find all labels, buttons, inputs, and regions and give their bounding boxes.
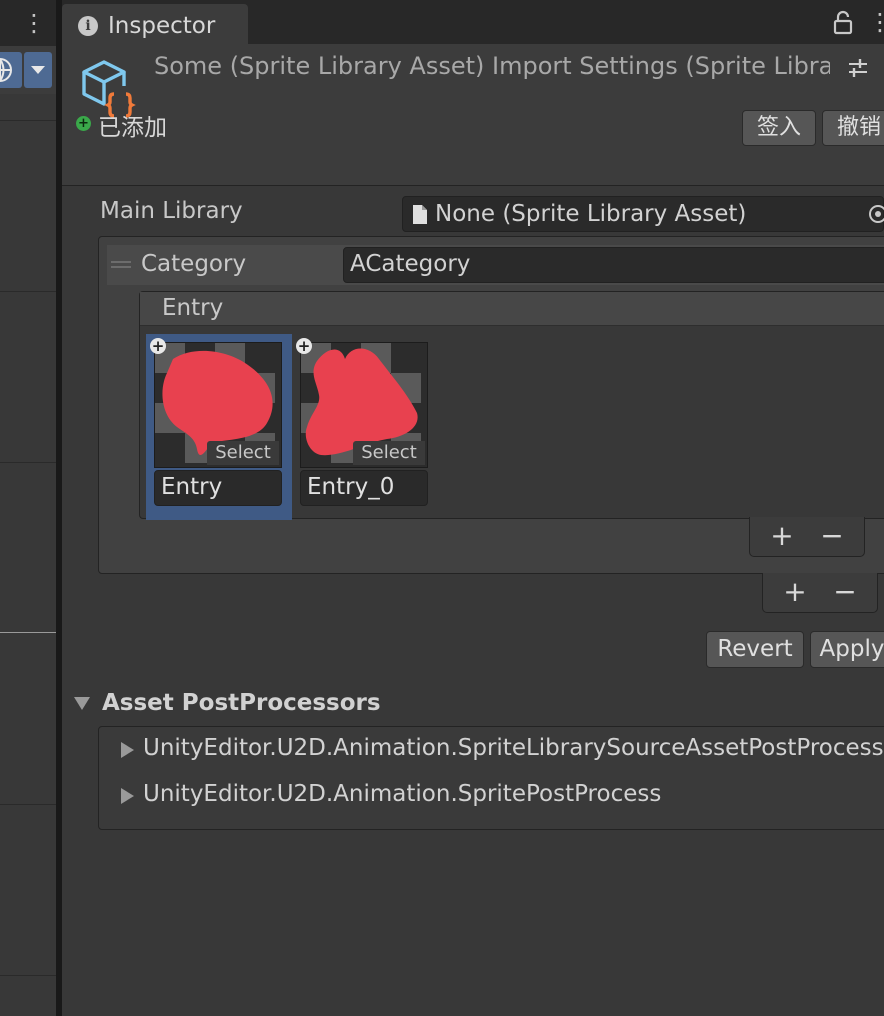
tab-inspector[interactable]: i Inspector bbox=[62, 4, 248, 44]
sprite-entry[interactable]: Select + Entry_0 bbox=[292, 334, 438, 520]
plus-circle-icon[interactable]: + bbox=[150, 338, 166, 354]
post-processor-label: UnityEditor.U2D.Animation.SpritePostProc… bbox=[143, 781, 662, 807]
inspector-header: Some (Sprite Library Asset) Import Setti… bbox=[62, 44, 884, 186]
hierarchy-row-separator bbox=[0, 804, 56, 805]
checkin-button[interactable]: 签入 bbox=[742, 110, 816, 146]
added-status-icon: + bbox=[76, 116, 91, 131]
post-processors-list: UnityEditor.U2D.Animation.SpriteLibraryS… bbox=[98, 726, 884, 830]
hierarchy-row-separator bbox=[0, 120, 56, 121]
post-processor-label: UnityEditor.U2D.Animation.SpriteLibraryS… bbox=[143, 735, 884, 761]
hierarchy-tabbar: ⋮ bbox=[0, 0, 58, 46]
plus-circle-icon[interactable]: + bbox=[296, 338, 312, 354]
sprite-thumbnail[interactable]: Select bbox=[154, 342, 282, 468]
hierarchy-toolbar bbox=[0, 46, 58, 94]
main-library-value: None (Sprite Library Asset) bbox=[435, 201, 747, 227]
hierarchy-panel: ⋮ bbox=[0, 0, 58, 1016]
hierarchy-selection-line bbox=[0, 632, 58, 633]
dropdown-arrow-icon bbox=[31, 66, 45, 74]
scene-visibility-button[interactable] bbox=[0, 52, 22, 88]
list-item[interactable]: UnityEditor.U2D.Animation.SpritePostProc… bbox=[121, 781, 884, 811]
add-category-button[interactable]: + bbox=[775, 577, 815, 607]
category-row: Category ACategory bbox=[107, 245, 884, 285]
category-label: Category bbox=[141, 251, 247, 277]
remove-category-button[interactable]: − bbox=[825, 577, 865, 607]
list-item[interactable]: UnityEditor.U2D.Animation.SpriteLibraryS… bbox=[121, 735, 884, 765]
entry-header-label: Entry bbox=[162, 295, 224, 321]
revert-button[interactable]: Revert bbox=[706, 631, 804, 668]
category-name-input[interactable]: ACategory bbox=[343, 247, 884, 283]
tab-inspector-label: Inspector bbox=[108, 13, 216, 39]
category-list-footer: + − bbox=[762, 573, 878, 613]
info-icon: i bbox=[78, 16, 98, 36]
document-icon bbox=[413, 205, 427, 224]
sprite-thumbnail[interactable]: Select bbox=[300, 342, 428, 468]
undo-checkout-button[interactable]: 撤销 bbox=[822, 110, 884, 146]
hierarchy-row-separator bbox=[0, 291, 56, 292]
foldout-arrow-icon[interactable] bbox=[121, 788, 134, 804]
inspector-tabbar: i Inspector ⋮ bbox=[62, 0, 884, 44]
hierarchy-row-separator bbox=[0, 462, 56, 463]
select-sprite-button[interactable]: Select bbox=[207, 441, 279, 465]
globe-icon bbox=[0, 58, 12, 82]
add-entry-button[interactable]: + bbox=[762, 521, 802, 551]
inspector-window: i Inspector ⋮ Some (Sprite Library Asset… bbox=[62, 0, 884, 1016]
post-processors-title[interactable]: Asset PostProcessors bbox=[102, 690, 381, 716]
object-picker-icon[interactable] bbox=[869, 205, 884, 223]
main-library-label: Main Library bbox=[100, 198, 243, 224]
inspector-kebab-menu-icon[interactable]: ⋮ bbox=[868, 8, 884, 36]
foldout-arrow-icon[interactable] bbox=[74, 697, 90, 710]
entry-list-footer: + − bbox=[749, 517, 865, 557]
lock-icon[interactable] bbox=[832, 10, 854, 36]
entry-list: Entry Select + Entry Select + Entry_0 bbox=[139, 291, 884, 520]
select-sprite-button[interactable]: Select bbox=[353, 441, 425, 465]
inspector-title: Some (Sprite Library Asset) Import Setti… bbox=[154, 52, 830, 80]
hierarchy-kebab-menu-icon[interactable]: ⋮ bbox=[22, 9, 46, 37]
settings-sliders-icon[interactable] bbox=[846, 56, 870, 80]
remove-entry-button[interactable]: − bbox=[812, 521, 852, 551]
vcs-status-label: 已添加 bbox=[98, 115, 167, 141]
hierarchy-row-separator bbox=[0, 975, 56, 976]
hierarchy-dropdown-button[interactable] bbox=[24, 52, 52, 88]
main-library-field[interactable]: None (Sprite Library Asset) bbox=[402, 196, 884, 232]
foldout-arrow-icon[interactable] bbox=[121, 742, 134, 758]
entry-list-header: Entry bbox=[140, 292, 884, 326]
sprite-entry[interactable]: Select + Entry bbox=[146, 334, 292, 520]
entry-name-field[interactable]: Entry_0 bbox=[300, 470, 428, 506]
drag-handle-icon[interactable] bbox=[111, 261, 131, 269]
apply-button[interactable]: Apply bbox=[810, 631, 884, 668]
entry-name-field[interactable]: Entry bbox=[154, 470, 282, 506]
category-list: Category ACategory Entry Select + Entry … bbox=[98, 236, 884, 574]
